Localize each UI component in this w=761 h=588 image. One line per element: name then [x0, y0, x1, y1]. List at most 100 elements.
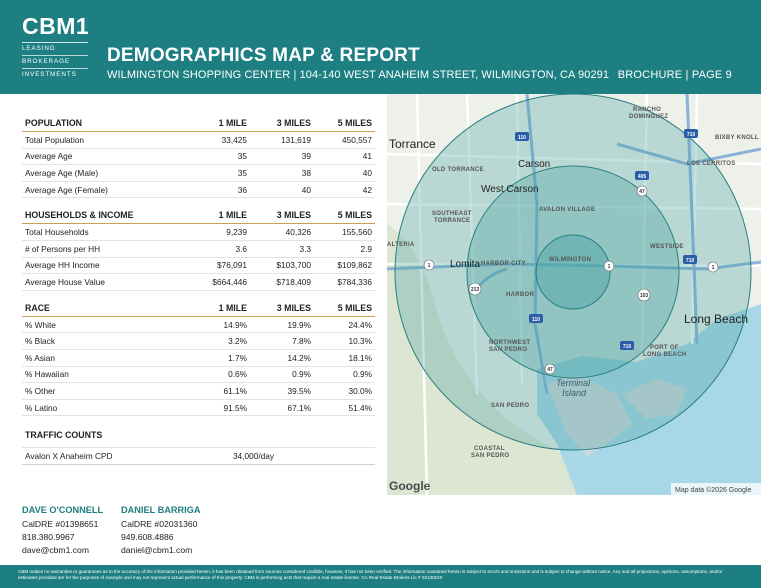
cell-5-miles: 41 [362, 151, 372, 162]
table-row: % Other 61.1% 39.5% 30.0% [22, 383, 375, 400]
row-label: % White [25, 319, 56, 330]
shield-r103-icon: 103 [637, 288, 651, 302]
table-row: % Latino 91.5% 67.1% 51.4% [22, 400, 375, 417]
label-coastal-san-pedro: COASTAL [474, 446, 505, 452]
contact-name: DAVE O'CONNELL [22, 505, 104, 515]
table-row: Average Age (Male) 35 38 40 [22, 165, 375, 182]
column-3-miles: 3 MILES [276, 118, 311, 128]
logo-rule [22, 42, 88, 43]
cell-3-miles: $718,409 [276, 276, 311, 287]
label-san-pedro: SAN PEDRO [491, 403, 529, 409]
cell-1-mile: 14.9% [223, 319, 247, 330]
contact-name: DANIEL BARRIGA [121, 505, 201, 515]
logo-line-leasing: LEASING [22, 45, 88, 56]
contact-phone[interactable]: 818.380.9967 [22, 532, 132, 545]
shield-i110-north-icon: 110 [515, 132, 529, 141]
table-row: Total Households 9,239 40,326 155,560 [22, 224, 375, 241]
table-row: # of Persons per HH 3.6 3.3 2.9 [22, 241, 375, 258]
contact-phone[interactable]: 949.608.4886 [121, 532, 231, 545]
disclaimer-text: CBM makes no warranties or guarantees as… [18, 569, 723, 580]
cell-3-miles: 67.1% [287, 402, 311, 413]
disclaimer-footer: CBM makes no warranties or guarantees as… [0, 565, 761, 588]
cell-1-mile: 9,239 [226, 227, 247, 238]
column-3-miles: 3 MILES [276, 210, 311, 221]
row-label: Average Age (Male) [25, 167, 99, 178]
households-title: HOUSEHOLDS & INCOME [25, 210, 134, 221]
contact-email[interactable]: daniel@cbm1.com [121, 545, 231, 558]
svg-text:47: 47 [547, 367, 553, 373]
label-west-carson: West Carson [481, 184, 539, 195]
cell-3-miles: 39 [301, 151, 311, 162]
demographics-tables: POPULATION 1 MILE 3 MILES 5 MILES Total … [22, 116, 375, 466]
label-old-torrance: OLD TORRANCE [432, 167, 484, 173]
column-5-miles: 5 MILES [337, 302, 372, 313]
cell-1-mile: $664,446 [212, 276, 247, 287]
google-logo: Google [389, 479, 431, 493]
svg-text:710: 710 [687, 132, 696, 138]
shield-r1-mid-icon: 1 [603, 260, 615, 272]
cell-3-miles: 14.2% [287, 352, 311, 363]
shield-r213-icon: 213 [468, 282, 482, 296]
logo-wordmark: CBM1 [22, 13, 90, 39]
row-label: Total Population [25, 134, 85, 145]
traffic-value: 34,000/day [232, 451, 274, 462]
label-avalon-village: AVALON VILLAGE [539, 207, 595, 213]
label-westside: WESTSIDE [650, 244, 684, 250]
cell-5-miles: $784,336 [337, 276, 372, 287]
race-header: RACE 1 MILE 3 MILES 5 MILES [22, 301, 375, 317]
shield-i710-mid-icon: 710 [683, 255, 697, 264]
cell-1-mile: 1.7% [228, 352, 247, 363]
contact-email[interactable]: dave@cbm1.com [22, 545, 132, 558]
map-canvas[interactable]: RANCHO DOMINGUEZ BIXBY KNOLL OLD TORRANC… [387, 94, 761, 495]
label-walteria: ALTERIA [387, 242, 415, 248]
cell-1-mile: 3.2% [228, 336, 247, 347]
table-row: % White 14.9% 19.9% 24.4% [22, 317, 375, 334]
row-label: Average HH Income [25, 260, 100, 271]
table-row: Average Age (Female) 36 40 42 [22, 182, 375, 199]
traffic-label: Avalon X Anaheim CPD [25, 451, 113, 462]
cell-3-miles: 40,326 [285, 227, 311, 238]
cell-5-miles: 450,557 [342, 134, 372, 145]
cell-5-miles: 2.9 [360, 243, 372, 254]
demographics-map[interactable]: RANCHO DOMINGUEZ BIXBY KNOLL OLD TORRANC… [387, 94, 761, 495]
company-logo: CBM1 LEASING BROKERAGE INVESTMENTS [22, 13, 90, 81]
row-label: % Black [25, 336, 55, 347]
cell-5-miles: 40 [362, 167, 372, 178]
cell-1-mile: 91.5% [223, 402, 247, 413]
table-row: % Asian 1.7% 14.2% 18.1% [22, 350, 375, 367]
row-label: % Latino [25, 402, 58, 413]
cell-3-miles: 38 [301, 167, 311, 178]
cell-5-miles: 18.1% [348, 352, 372, 363]
traffic-row: Avalon X Anaheim CPD 34,000/day [22, 447, 375, 466]
row-label: % Asian [25, 352, 55, 363]
svg-text:213: 213 [471, 287, 480, 293]
column-3-miles: 3 MILES [276, 302, 311, 313]
cell-5-miles: 42 [362, 184, 372, 195]
label-carson: Carson [518, 159, 550, 170]
shield-i710-north-icon: 710 [684, 129, 698, 138]
shield-r47-south-icon: 47 [544, 363, 556, 375]
shield-r1-west-icon: 1 [423, 259, 435, 271]
svg-text:110: 110 [518, 135, 526, 141]
column-5-miles: 5 MILES [337, 210, 372, 221]
label-harbor-city: HARBOR CITY [481, 261, 526, 267]
svg-text:47: 47 [639, 189, 645, 195]
label-harbor: HARBOR [506, 292, 534, 298]
logo-line-brokerage: BROKERAGE [22, 58, 88, 69]
row-label: Average House Value [25, 276, 105, 287]
contact-card: DAVE O'CONNELL CalDRE #01398651 818.380.… [22, 505, 132, 558]
label-lomita: Lomita [450, 259, 480, 270]
row-label: Total Households [25, 227, 89, 238]
cell-3-miles: 3.3 [299, 243, 311, 254]
cell-3-miles: $103,700 [276, 260, 311, 271]
population-title: POPULATION [25, 118, 83, 128]
label-los-cerritos: LOS CERRITOS [687, 161, 736, 167]
svg-text:1: 1 [608, 264, 611, 270]
cell-1-mile: 35 [237, 167, 247, 178]
cell-5-miles: 155,560 [342, 227, 372, 238]
property-address: WILMINGTON SHOPPING CENTER | 104-140 WES… [107, 69, 610, 81]
table-row: Average House Value $664,446 $718,409 $7… [22, 274, 375, 291]
cell-1-mile: 36 [237, 184, 247, 195]
table-row: % Black 3.2% 7.8% 10.3% [22, 333, 375, 350]
traffic-header: TRAFFIC COUNTS [25, 430, 103, 441]
